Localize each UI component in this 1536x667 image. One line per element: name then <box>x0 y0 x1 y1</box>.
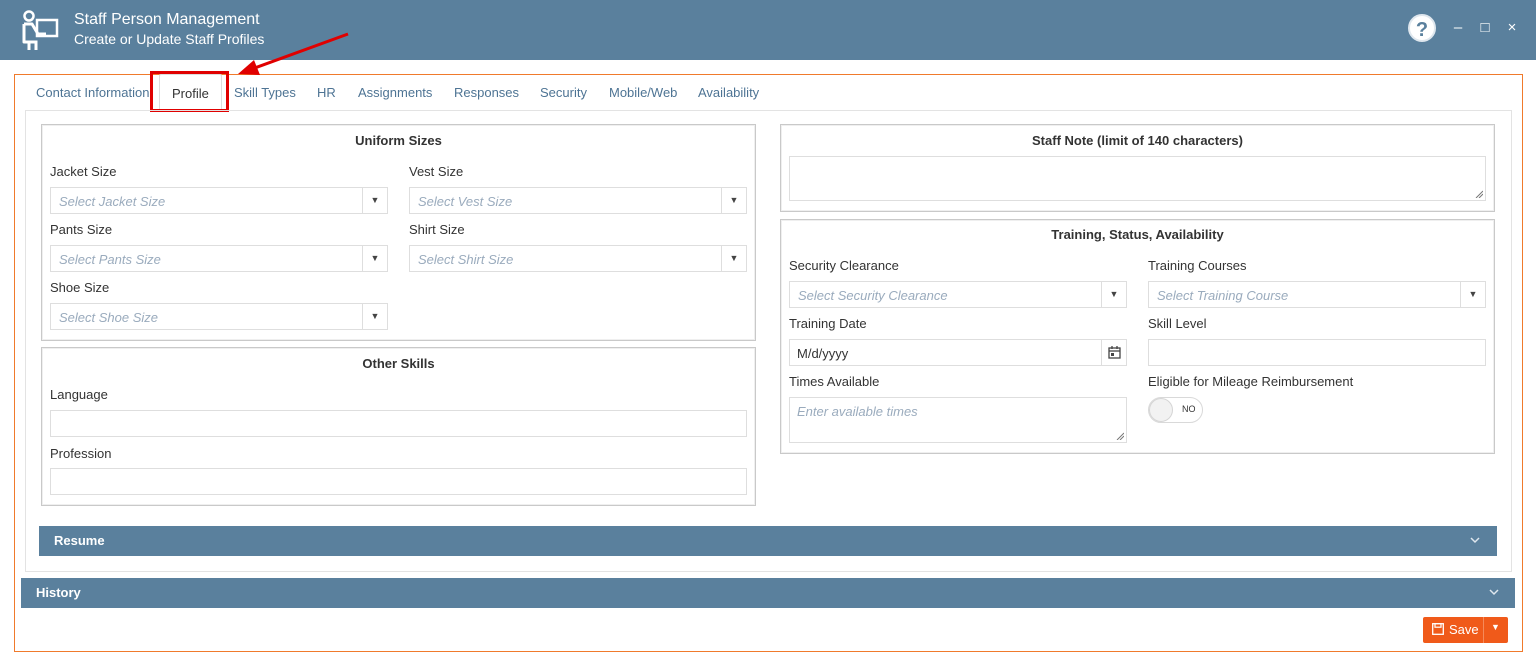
caret-down-icon[interactable]: ▼ <box>1101 282 1126 307</box>
tab-contact-information[interactable]: Contact Information <box>36 85 149 100</box>
pants-size-label: Pants Size <box>50 222 113 237</box>
training-courses-select[interactable]: Select Training Course ▼ <box>1148 281 1486 308</box>
caret-down-icon[interactable]: ▼ <box>362 188 387 213</box>
training-courses-label: Training Courses <box>1148 258 1247 273</box>
training-status-legend: Training, Status, Availability <box>1051 227 1224 242</box>
tab-mobile-web[interactable]: Mobile/Web <box>609 85 677 100</box>
profession-label: Profession <box>50 446 112 461</box>
toggle-knob <box>1149 398 1173 422</box>
uniform-sizes-legend: Uniform Sizes <box>355 133 442 148</box>
security-clearance-select[interactable]: Select Security Clearance ▼ <box>789 281 1127 308</box>
tab-hr[interactable]: HR <box>317 85 336 100</box>
save-button-divider <box>1483 617 1484 643</box>
tab-security[interactable]: Security <box>540 85 587 100</box>
caret-down-icon[interactable]: ▼ <box>721 246 746 271</box>
toggle-state-text: NO <box>1182 404 1196 414</box>
staff-person-icon <box>22 10 59 50</box>
tab-skill-types[interactable]: Skill Types <box>234 85 296 100</box>
caret-down-icon[interactable]: ▼ <box>721 188 746 213</box>
mileage-reimbursement-label: Eligible for Mileage Reimbursement <box>1148 374 1354 389</box>
save-options-caret-icon[interactable]: ▼ <box>1491 622 1500 632</box>
jacket-size-select[interactable]: Select Jacket Size ▼ <box>50 187 388 214</box>
jacket-size-label: Jacket Size <box>50 164 117 179</box>
shoe-size-placeholder: Select Shoe Size <box>59 310 159 325</box>
history-panel-title: History <box>36 585 81 600</box>
chevron-down-icon[interactable] <box>1487 585 1501 599</box>
times-available-label: Times Available <box>789 374 880 389</box>
times-available-placeholder: Enter available times <box>797 404 918 419</box>
chevron-down-icon[interactable] <box>1468 533 1482 547</box>
resume-panel-header[interactable]: Resume <box>39 526 1497 556</box>
floppy-disk-icon <box>1432 623 1444 635</box>
training-courses-placeholder: Select Training Course <box>1157 288 1289 303</box>
skill-level-input[interactable] <box>1148 339 1486 366</box>
language-label: Language <box>50 387 108 402</box>
highlight-annotation-box <box>150 71 229 112</box>
shirt-size-placeholder: Select Shirt Size <box>418 252 514 267</box>
staff-note-legend: Staff Note (limit of 140 characters) <box>1032 133 1243 148</box>
training-date-input[interactable]: M/d/yyyy <box>789 339 1127 366</box>
security-clearance-placeholder: Select Security Clearance <box>798 288 948 303</box>
vest-size-label: Vest Size <box>409 164 464 179</box>
training-date-value: M/d/yyyy <box>797 346 849 361</box>
save-button[interactable]: Save ▼ <box>1423 617 1508 643</box>
calendar-icon[interactable] <box>1101 340 1126 365</box>
resize-grip-icon[interactable] <box>1475 190 1483 198</box>
pants-size-placeholder: Select Pants Size <box>59 252 161 267</box>
history-panel-header[interactable]: History <box>21 578 1515 608</box>
tab-availability[interactable]: Availability <box>698 85 759 100</box>
pants-size-select[interactable]: Select Pants Size ▼ <box>50 245 388 272</box>
shoe-size-select[interactable]: Select Shoe Size ▼ <box>50 303 388 330</box>
red-arrow-annotation <box>238 32 349 75</box>
security-clearance-label: Security Clearance <box>789 258 899 273</box>
resize-grip-icon[interactable] <box>1116 432 1124 440</box>
shirt-size-select[interactable]: Select Shirt Size ▼ <box>409 245 747 272</box>
resume-panel-title: Resume <box>54 533 105 548</box>
caret-down-icon[interactable]: ▼ <box>362 246 387 271</box>
staff-note-textarea[interactable] <box>789 156 1486 201</box>
window-title: Staff Person Management <box>74 11 260 28</box>
tab-assignments[interactable]: Assignments <box>358 85 432 100</box>
shirt-size-label: Shirt Size <box>409 222 465 237</box>
other-skills-legend: Other Skills <box>362 356 435 371</box>
tab-responses[interactable]: Responses <box>454 85 519 100</box>
help-icon[interactable]: ? <box>1408 14 1436 42</box>
skill-level-label: Skill Level <box>1148 316 1207 331</box>
vest-size-select[interactable]: Select Vest Size ▼ <box>409 187 747 214</box>
minimize-button[interactable]: – <box>1450 18 1466 38</box>
times-available-textarea[interactable]: Enter available times <box>789 397 1127 443</box>
maximize-button[interactable]: □ <box>1477 18 1493 38</box>
save-button-label: Save <box>1449 622 1479 637</box>
jacket-size-placeholder: Select Jacket Size <box>59 194 166 209</box>
training-date-label: Training Date <box>789 316 867 331</box>
close-button[interactable]: × <box>1504 18 1520 38</box>
caret-down-icon[interactable]: ▼ <box>1460 282 1485 307</box>
shoe-size-label: Shoe Size <box>50 280 110 295</box>
profession-input[interactable] <box>50 468 747 495</box>
caret-down-icon[interactable]: ▼ <box>362 304 387 329</box>
mileage-reimbursement-toggle[interactable]: NO <box>1148 397 1203 423</box>
vest-size-placeholder: Select Vest Size <box>418 194 513 209</box>
language-input[interactable] <box>50 410 747 437</box>
